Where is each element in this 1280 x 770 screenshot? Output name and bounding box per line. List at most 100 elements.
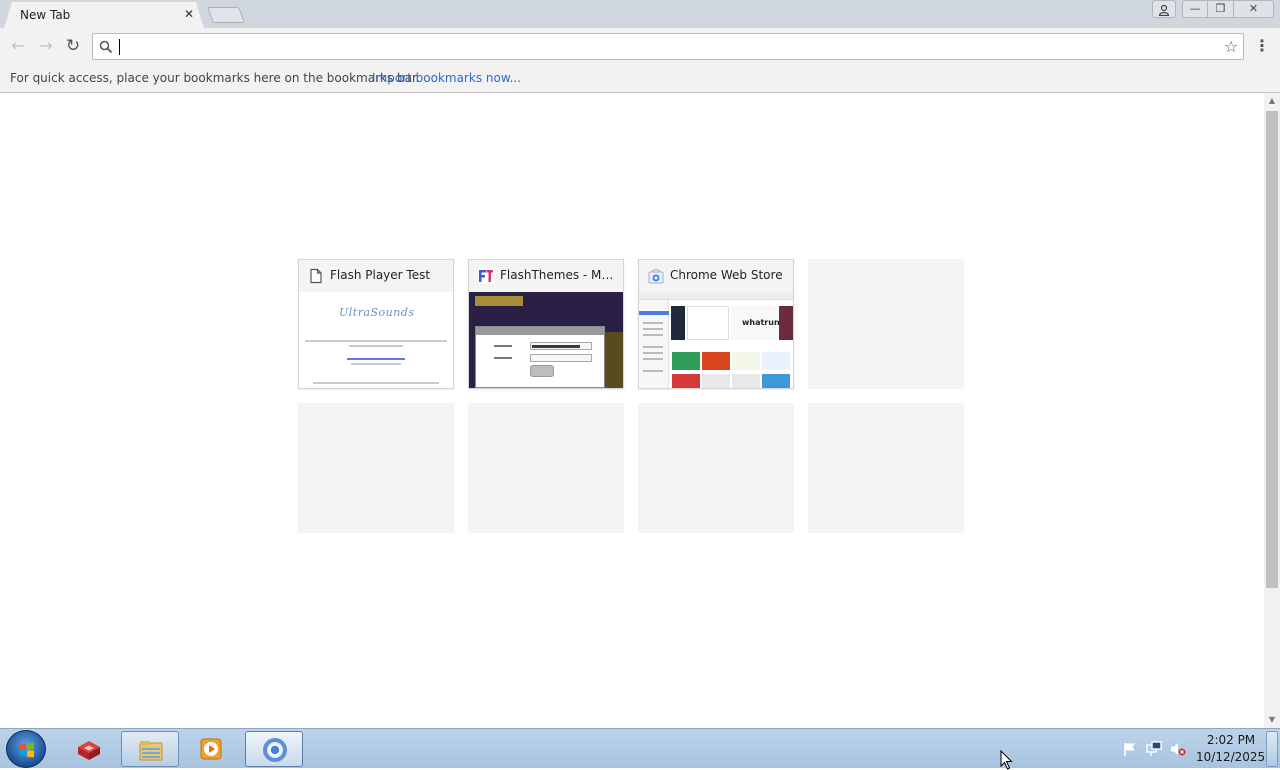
new-tab-page: Flash Player Test UltraSounds FlashTheme… [0,93,1264,728]
thumb-sidebar-item [643,334,663,336]
reload-button[interactable]: ↻ [63,36,83,56]
maximize-button[interactable]: ❐ [1208,0,1234,18]
thumb-sidebar-item [643,358,663,360]
volume-muted-icon[interactable] [1170,741,1186,757]
thumb-app-card [762,352,790,370]
forward-arrow-icon: → [39,36,53,55]
minimize-button[interactable]: — [1182,0,1208,18]
thumb-email-field [530,342,592,350]
tile-header: FlashThemes - Mak... [469,260,623,292]
back-arrow-icon: ← [11,36,25,55]
show-desktop-button[interactable] [1266,731,1278,767]
scroll-down-arrow-icon[interactable]: ▼ [1264,714,1280,726]
import-bookmarks-link[interactable]: Import bookmarks now... [372,71,521,85]
thumb-field-label [494,345,512,347]
page-icon [310,268,322,284]
taskbar-chrome[interactable] [245,731,303,767]
thumb-sidebar-item [643,370,663,372]
thumb-text-line [313,382,439,384]
thumb-login-button [530,365,554,377]
thumb-text-line [351,363,401,365]
thumb-store-sidebar [639,300,669,388]
file-explorer-icon [139,741,163,761]
star-icon: ☆ [1223,37,1239,56]
tab-strip: New Tab ✕ — ❐ ✕ [0,0,1280,28]
thumb-app-card [672,352,700,370]
omnibox[interactable]: ☆ [92,33,1244,60]
most-visited-tile-flashthemes[interactable]: FlashThemes - Mak... [468,259,624,389]
maximize-icon: ❐ [1215,2,1226,15]
thumb-login-dialog [475,326,605,388]
bookmark-star-button[interactable]: ☆ [1221,37,1241,57]
tile-thumbnail: whatruns [639,292,793,388]
taskbar-clock-date[interactable]: 10/12/2025 [1196,750,1265,764]
tab-close-icon[interactable]: ✕ [182,7,196,21]
forward-button[interactable]: → [36,36,56,56]
action-center-flag-icon[interactable] [1122,741,1138,757]
bookmarks-bar: For quick access, place your bookmarks h… [0,64,1280,93]
mouse-cursor-icon [1000,750,1013,770]
taskbar-toolbox-app[interactable] [60,731,118,767]
tile-title: Flash Player Test [330,268,431,282]
minimize-icon: — [1189,2,1201,15]
most-visited-tile-flash-player-test[interactable]: Flash Player Test UltraSounds [298,259,454,389]
scroll-up-arrow-icon[interactable]: ▲ [1264,95,1280,107]
thumb-link-line [347,358,405,360]
taskbar-clock-time[interactable]: 2:02 PM [1202,733,1260,747]
thumb-store-banner [671,306,685,340]
most-visited-tile-empty [468,403,624,533]
chrome-icon [263,738,287,762]
menu-dots-icon: ⋮ [1254,36,1270,55]
thumb-app-card [732,374,760,388]
close-window-button[interactable]: ✕ [1234,0,1274,18]
thumb-field-text [532,345,580,348]
thumb-sidebar-item [643,328,663,330]
network-icon[interactable] [1146,741,1162,757]
tile-thumbnail [469,292,623,388]
back-button[interactable]: ← [8,36,28,56]
taskbar-media-player[interactable] [182,731,240,767]
thumb-app-card [702,352,730,370]
scrollbar-thumb[interactable] [1266,111,1278,588]
thumb-text-line [349,345,403,347]
omnibox-input[interactable] [119,37,1209,56]
thumb-app-card [672,374,700,388]
tab-new-tab[interactable]: New Tab ✕ [4,2,204,28]
tile-title: FlashThemes - Mak... [500,268,620,282]
start-button[interactable] [6,730,46,768]
most-visited-tile-empty [808,403,964,533]
reload-icon: ↻ [65,36,81,56]
thumb-text-line [305,340,447,342]
toolbox-app-icon [78,741,100,760]
profile-button[interactable] [1152,0,1176,18]
most-visited-tile-empty [298,403,454,533]
close-icon: ✕ [1248,2,1259,15]
thumb-dialog-titlebar [476,327,604,335]
new-tab-button[interactable] [207,7,245,23]
thumb-side-art [603,332,623,388]
text-caret [119,39,120,55]
bookmarks-bar-message: For quick access, place your bookmarks h… [10,71,420,85]
toolbar: ← → ↻ ☆ ⋮ [0,28,1280,64]
thumb-sidebar-item [643,352,663,354]
chrome-web-store-icon [648,269,664,284]
thumb-store-banner [687,306,729,340]
tile-header: Chrome Web Store [639,260,793,292]
most-visited-tile-empty [638,403,794,533]
most-visited-tile-empty [808,259,964,389]
tile-header: Flash Player Test [299,260,453,292]
tile-thumbnail: UltraSounds [299,292,453,388]
thumb-banner [475,296,523,306]
media-player-icon [200,738,222,760]
most-visited-tile-chrome-web-store[interactable]: Chrome Web Store whatruns [638,259,794,389]
thumb-field-label [494,357,512,359]
page-scrollbar[interactable]: ▲ ▼ [1264,93,1280,728]
thumb-sidebar-active [639,311,669,315]
ultrasounds-logo: UltraSounds [339,306,415,319]
chrome-menu-button[interactable]: ⋮ [1254,36,1270,56]
taskbar-file-explorer[interactable] [121,731,179,767]
thumb-store-banner [779,306,793,340]
thumb-sidebar-item [643,346,663,348]
thumb-app-card [762,374,790,388]
thumb-sidebar-item [643,322,663,324]
